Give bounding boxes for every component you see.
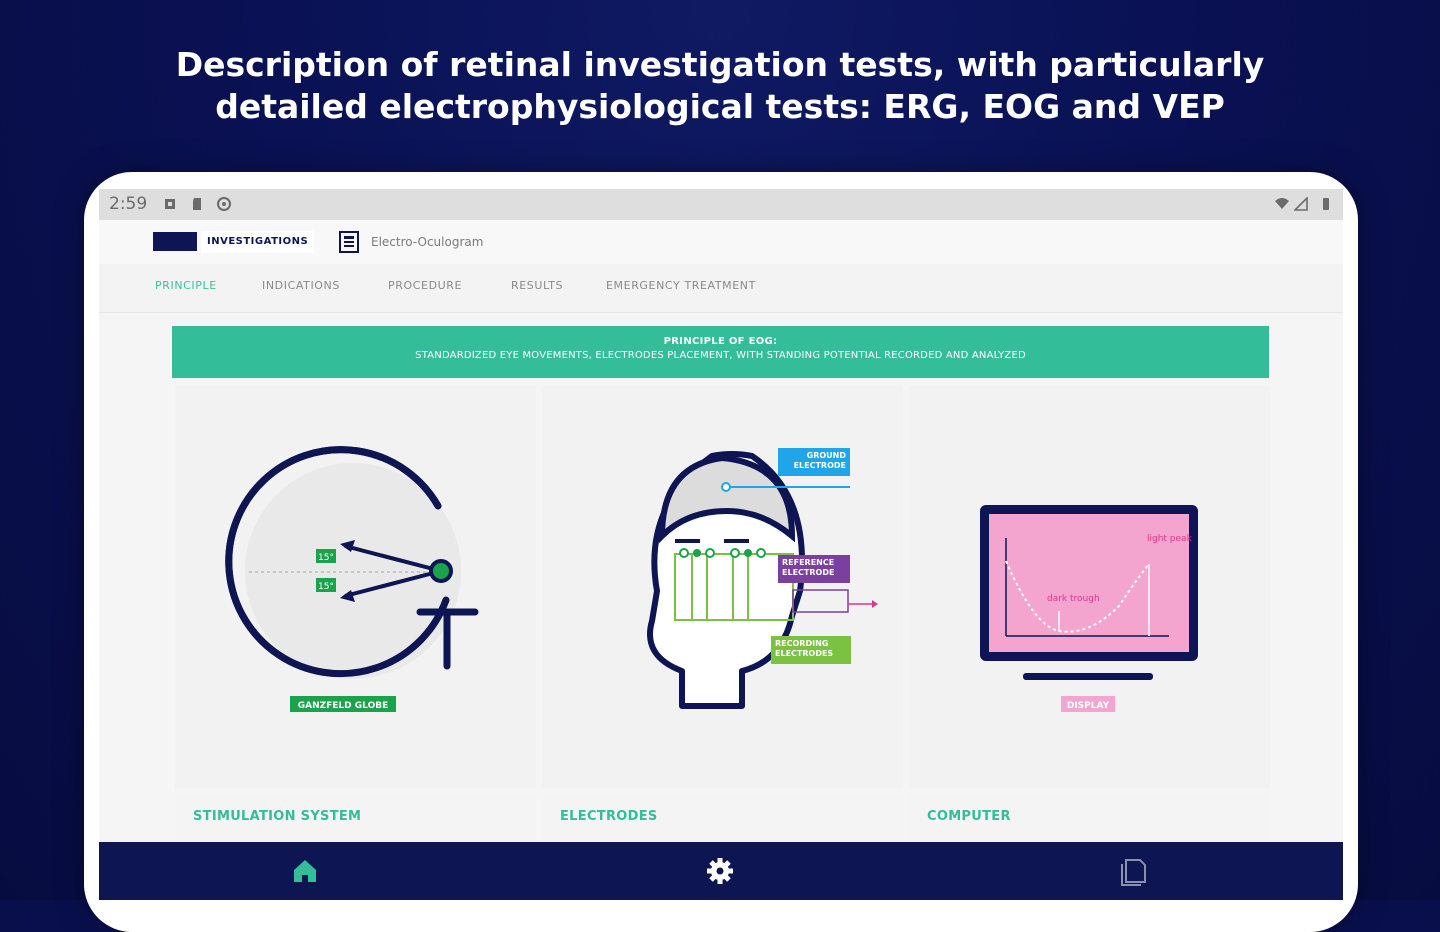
tablet-screen: 2:59 INVESTIGATIONS Electro-Oculogram PR…: [99, 189, 1343, 900]
page-title: Electro-Oculogram: [371, 235, 484, 249]
principle-banner: PRINCIPLE OF EOG: STANDARDIZED EYE MOVEM…: [172, 326, 1269, 378]
app-bar: INVESTIGATIONS Electro-Oculogram: [99, 220, 1343, 264]
angle-bottom-text: 15°: [318, 582, 334, 592]
caption-computer-text: COMPUTER: [927, 809, 1011, 824]
home-icon[interactable]: [288, 854, 322, 888]
card-computer: light peak dark trough DISPLAY: [909, 386, 1270, 788]
monitor-stand: [1023, 673, 1153, 680]
tablet-frame: 2:59 INVESTIGATIONS Electro-Oculogram PR…: [84, 172, 1358, 932]
computer-illustration: light peak dark trough DISPLAY: [980, 505, 1198, 712]
sync-icon: [217, 197, 231, 211]
electrode-3: [705, 548, 715, 558]
status-bar: 2:59: [99, 189, 1343, 220]
electrode-2: [693, 549, 701, 557]
ganzfeld-tag-text: GANZFELD GLOBE: [298, 701, 389, 711]
recording-tag-text: RECORDING ELECTRODES: [775, 639, 834, 658]
section-label[interactable]: INVESTIGATIONS: [201, 231, 315, 253]
display-tag-text: DISPLAY: [1067, 701, 1110, 711]
battery-icon: [1323, 198, 1329, 210]
ganzfeld-globe-illustration: 15° 15° GANZFELD GLOBE: [225, 446, 479, 712]
caption-computer: COMPUTER: [909, 794, 1270, 839]
tab-bar: PRINCIPLE INDICATIONS PROCEDURE RESULTS …: [99, 264, 1343, 313]
promo-line-2: detailed electrophysiological tests: ERG…: [215, 87, 1225, 126]
signal-icon: [1294, 197, 1308, 211]
sd-card-icon: [193, 198, 201, 210]
tab-results[interactable]: RESULTS: [511, 279, 563, 292]
wifi-icon: [1275, 198, 1289, 209]
card-electrodes: GROUND ELECTRODE REFERENCE ELECTRODE REC…: [542, 386, 903, 788]
tab-emergency-treatment[interactable]: EMERGENCY TREATMENT: [606, 279, 756, 292]
tab-procedure[interactable]: PROCEDURE: [388, 279, 462, 292]
gear-icon[interactable]: [703, 854, 737, 888]
electrode-5: [744, 549, 752, 557]
electrode-6: [756, 548, 766, 558]
caption-stimulation-text: STIMULATION SYSTEM: [193, 809, 362, 824]
bottom-nav: [99, 842, 1343, 900]
promo-line-1: Description of retinal investigation tes…: [175, 45, 1265, 84]
tab-principle[interactable]: PRINCIPLE: [155, 279, 217, 292]
reference-tag-text: REFERENCE ELECTRODE: [782, 558, 835, 577]
banner-subtitle: STANDARDIZED EYE MOVEMENTS, ELECTRODES P…: [415, 350, 1026, 361]
status-time: 2:59: [109, 194, 148, 214]
pages-icon[interactable]: [1117, 854, 1151, 888]
tab-indications[interactable]: INDICATIONS: [262, 279, 340, 292]
electrode-1: [679, 548, 689, 558]
electrodes-illustration: GROUND ELECTRODE REFERENCE ELECTRODE REC…: [647, 448, 878, 709]
caption-electrodes-text: ELECTRODES: [560, 809, 658, 824]
caption-electrodes: ELECTRODES: [542, 794, 903, 839]
caption-stimulation: STIMULATION SYSTEM: [175, 794, 536, 839]
electrode-4: [730, 548, 740, 558]
angle-top-text: 15°: [318, 553, 334, 563]
document-icon: [339, 231, 359, 253]
fixation-point: [429, 559, 453, 583]
promo-headline: Description of retinal investigation tes…: [0, 44, 1440, 128]
light-peak-label: light peak: [1147, 534, 1193, 544]
ground-electrode: [721, 482, 731, 492]
menu-button[interactable]: [153, 232, 197, 251]
banner-title: PRINCIPLE OF EOG:: [663, 336, 778, 347]
dark-trough-label: dark trough: [1047, 594, 1100, 604]
card-stimulation: 15° 15° GANZFELD GLOBE: [175, 386, 536, 788]
ground-tag-text: GROUND ELECTRODE: [793, 451, 846, 470]
notification-icon: [165, 199, 175, 209]
